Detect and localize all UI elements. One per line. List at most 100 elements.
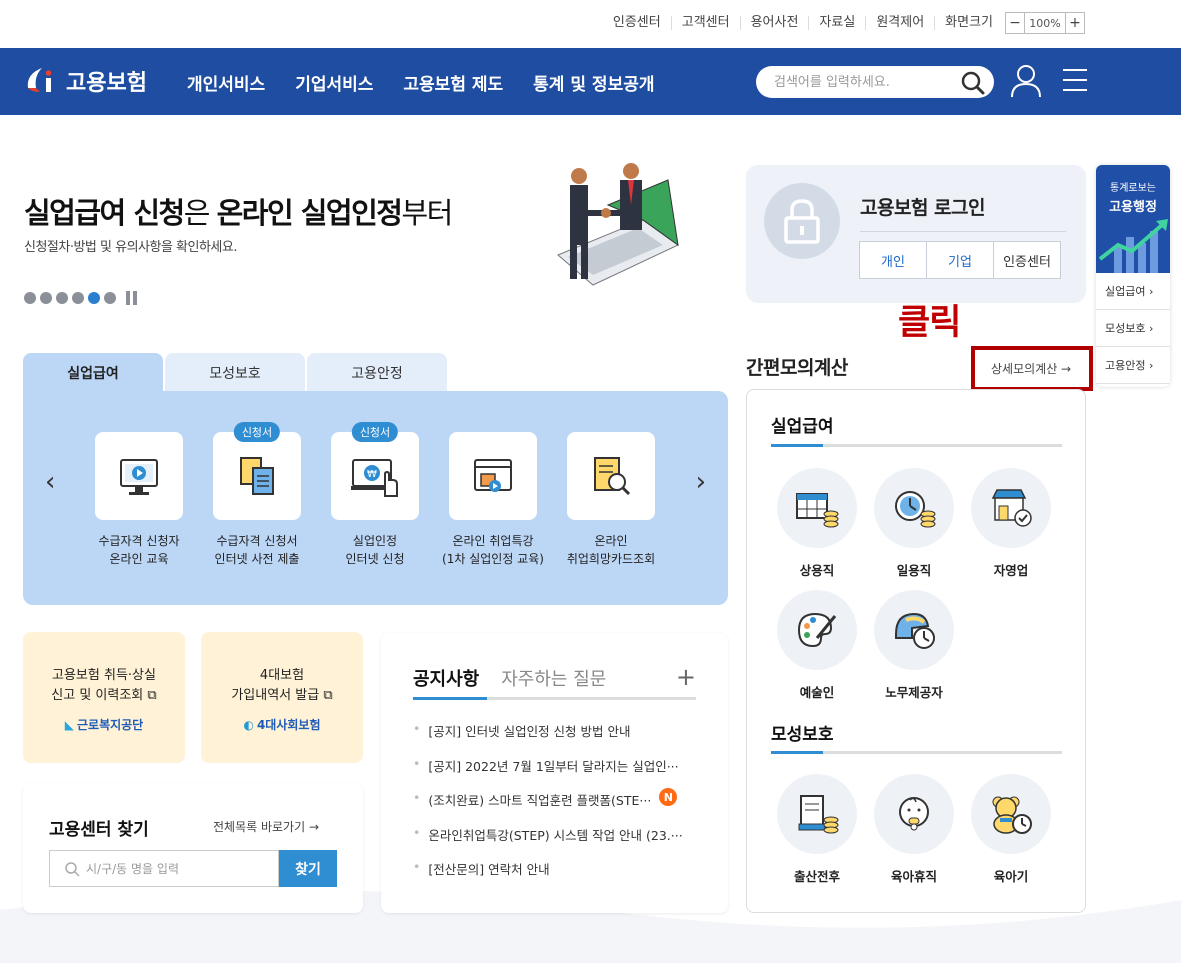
prev-arrow-icon[interactable]: ‹ — [45, 467, 55, 497]
login-personal-button[interactable]: 개인 — [859, 241, 927, 279]
logo-icon — [27, 68, 52, 92]
clock-coins-icon — [874, 468, 954, 548]
external-link-icon: ⧉ — [323, 688, 333, 703]
login-business-button[interactable]: 기업 — [926, 241, 994, 279]
search-input[interactable] — [774, 66, 964, 98]
slide-dot[interactable] — [24, 292, 36, 304]
service-label-line1: 수급자격 신청자 — [98, 534, 180, 548]
center-search-button[interactable]: 찾기 — [279, 850, 337, 887]
4insure-logo-icon: ◐ — [243, 717, 254, 732]
stats-banner-big: 고용행정 — [1109, 200, 1157, 215]
section-underline — [771, 444, 1062, 447]
notice-text: [전산문의] 연락처 안내 — [428, 862, 550, 877]
notice-text: [공지] 인터넷 실업인정 신청 방법 안내 — [428, 724, 631, 739]
user-icon[interactable] — [1010, 64, 1042, 102]
calendar-coins-icon — [777, 468, 857, 548]
calc-artist[interactable]: 예술인 — [775, 590, 859, 701]
calc-labor-provider[interactable]: 노무제공자 — [872, 590, 956, 701]
store-check-icon — [971, 468, 1051, 548]
calc-maternity-leave[interactable]: 출산전후 — [775, 774, 859, 885]
nav-insurance-system[interactable]: 고용보험 제도 — [403, 70, 503, 95]
calc-daily-worker[interactable]: 일용직 — [872, 468, 956, 579]
search-icon[interactable] — [960, 70, 986, 100]
pause-icon[interactable] — [126, 291, 140, 305]
service-application-submit[interactable]: 신청서 수급자격 신청서 인터넷 사전 제출 — [192, 422, 322, 568]
divider — [860, 231, 1066, 232]
service-online-lecture[interactable]: 온라인 취업특강 (1차 실업인정 교육) — [428, 432, 558, 568]
handshake-laptop-illustration — [557, 163, 679, 286]
notice-board: 공지사항 자주하는 질문 + • [공지] 인터넷 실업인정 신청 방법 안내 •… — [381, 633, 728, 913]
quick-maternity[interactable]: 모성보호 › — [1096, 310, 1170, 347]
external-link-icon: ⧉ — [147, 688, 157, 703]
service-label-line1: 실업인정 — [352, 534, 398, 548]
center-title: 고용센터 찾기 — [49, 820, 149, 840]
quick-calc-title: 간편모의계산 — [746, 357, 848, 379]
tab-faq[interactable]: 자주하는 질문 — [501, 665, 606, 691]
service-panel: ‹ › 수급자격 신청자 온라인 교육 신청서 수급자격 신청서 인터넷 사전 제출… — [23, 391, 728, 605]
calc-parental-leave[interactable]: 육아휴직 — [872, 774, 956, 885]
stats-banner[interactable]: 통계로보는 고용행정 — [1096, 165, 1170, 273]
notice-tabs: 공지사항 자주하는 질문 — [413, 665, 606, 691]
quick-unemployment[interactable]: 실업급여 › — [1096, 273, 1170, 310]
util-cert-center[interactable]: 인증센터 — [603, 16, 672, 30]
stats-chart-icon — [1098, 219, 1168, 273]
site-logo[interactable]: 고용보험 — [22, 62, 147, 100]
search-icon — [65, 862, 80, 877]
service-online-education[interactable]: 수급자격 신청자 온라인 교육 — [74, 432, 204, 568]
menu-icon[interactable] — [1062, 68, 1088, 96]
hero-title-part3: 온라인 실업인정 — [216, 196, 403, 230]
calc-childcare-period[interactable]: 육아기 — [969, 774, 1053, 885]
login-card: 고용보험 로그인 개인 기업 인증센터 — [746, 165, 1086, 303]
more-plus-icon[interactable]: + — [676, 663, 696, 691]
notice-item[interactable]: • [전산문의] 연락처 안내 — [413, 859, 703, 894]
insurance-history-box[interactable]: 고용보험 취득·상실 신고 및 이력조회 ⧉ ◣ 근로복지공단 — [23, 632, 185, 763]
quick-employment-stability[interactable]: 고용안정 › — [1096, 347, 1170, 384]
zoom-out-button[interactable]: − — [1005, 12, 1025, 34]
login-cert-center-button[interactable]: 인증센터 — [993, 241, 1061, 279]
service-unemployment-recognition[interactable]: 신청서 ₩ 실업인정 인터넷 신청 — [310, 422, 440, 568]
slide-indicator — [24, 291, 140, 305]
notice-text: [공지] 2022년 7월 1일부터 달라지는 실업인··· — [428, 758, 679, 774]
calc-self-employed[interactable]: 자영업 — [969, 468, 1053, 579]
util-library[interactable]: 자료실 — [809, 16, 867, 30]
slide-dot-active[interactable] — [88, 292, 100, 304]
hero-title-part4: 부터 — [401, 196, 453, 230]
calc-item-label: 자영업 — [993, 563, 1029, 578]
util-remote-control[interactable]: 원격제어 — [866, 16, 936, 30]
application-tag: 신청서 — [351, 422, 399, 442]
nav-personal-service[interactable]: 개인서비스 — [187, 70, 265, 95]
social-insurance-box[interactable]: 4대보험 가입내역서 발급 ⧉ ◐ 4대사회보험 — [201, 632, 363, 763]
detailed-calc-link[interactable]: 상세모의계산 → — [991, 360, 1071, 377]
nav-business-service[interactable]: 기업서비스 — [295, 70, 373, 95]
util-customer-center[interactable]: 고객센터 — [672, 16, 741, 30]
slide-dot[interactable] — [72, 292, 84, 304]
notice-item[interactable]: • [공지] 2022년 7월 1일부터 달라지는 실업인··· — [413, 756, 703, 791]
slide-dot[interactable] — [56, 292, 68, 304]
tab-unemployment[interactable]: 실업급여 — [23, 353, 163, 392]
next-arrow-icon[interactable]: › — [696, 467, 706, 497]
zoom-in-button[interactable]: + — [1065, 12, 1085, 34]
utility-bar: 인증센터 고객센터 용어사전 자료실 원격제어 화면크기 − 100% + — [603, 10, 1085, 36]
nav-statistics[interactable]: 통계 및 정보공개 — [533, 70, 654, 95]
util-glossary[interactable]: 용어사전 — [741, 16, 810, 30]
calc-section-maternity: 모성보호 — [771, 725, 834, 745]
notice-item[interactable]: • (조치완료) 스마트 직업훈련 플랫폼(STE··· N — [413, 788, 703, 825]
service-job-card-lookup[interactable]: 온라인 취업희망카드조회 — [546, 432, 676, 568]
lock-icon — [764, 183, 840, 259]
org-name: 근로복지공단 — [76, 718, 144, 732]
notice-item[interactable]: • [공지] 인터넷 실업인정 신청 방법 안내 — [413, 721, 703, 756]
service-label-line1: 온라인 — [594, 534, 628, 548]
center-search-input[interactable] — [86, 851, 276, 886]
slide-dot[interactable] — [40, 292, 52, 304]
center-list-link[interactable]: 전체목록 바로가기 → — [213, 818, 319, 835]
tab-employment-stability[interactable]: 고용안정 — [307, 353, 447, 392]
service-label-line2: (1차 실업인정 교육) — [442, 552, 544, 566]
slide-dot[interactable] — [104, 292, 116, 304]
tab-maternity[interactable]: 모성보호 — [165, 353, 305, 392]
service-label-line1: 온라인 취업특강 — [452, 534, 534, 548]
calc-regular-worker[interactable]: 상용직 — [775, 468, 859, 579]
tab-notice[interactable]: 공지사항 — [413, 665, 479, 691]
document-magnifier-icon — [567, 432, 655, 520]
calc-item-label: 예술인 — [799, 685, 835, 700]
notice-item[interactable]: • 온라인취업특강(STEP) 시스템 작업 안내 (23.··· — [413, 825, 703, 860]
